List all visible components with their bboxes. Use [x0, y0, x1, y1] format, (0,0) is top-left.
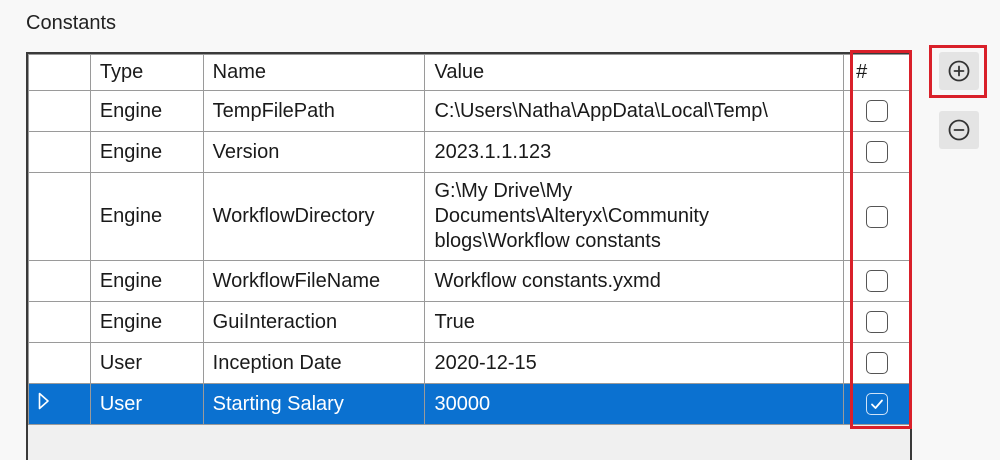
table-row[interactable]: User Inception Date 2020-12-15 [28, 342, 910, 384]
checkmark-icon [870, 399, 883, 410]
flag-checkbox[interactable] [865, 141, 888, 164]
table-row[interactable]: Engine WorkflowDirectory G:\My Drive\My … [28, 172, 910, 261]
add-constant-button[interactable] [939, 52, 979, 90]
cell-value[interactable]: C:\Users\Natha\AppData\Local\Temp\ [424, 90, 845, 132]
row-indicator[interactable] [28, 90, 91, 132]
row-indicator[interactable] [28, 172, 91, 261]
cell-flag [843, 383, 910, 425]
cell-flag [843, 260, 910, 302]
cell-type[interactable]: Engine [89, 260, 204, 302]
cell-name[interactable]: TempFilePath [202, 90, 426, 132]
cell-type[interactable]: User [89, 342, 204, 384]
row-indicator[interactable] [28, 342, 91, 384]
cell-flag [843, 301, 910, 343]
cell-flag [843, 131, 910, 173]
cell-name[interactable]: Inception Date [202, 342, 426, 384]
cell-value[interactable]: 2020-12-15 [424, 342, 845, 384]
flag-checkbox[interactable] [865, 311, 888, 334]
row-indicator[interactable] [28, 383, 91, 425]
table-row[interactable]: Engine GuiInteraction True [28, 301, 910, 343]
cell-name[interactable]: GuiInteraction [202, 301, 426, 343]
header-indicator [28, 54, 91, 91]
cell-value[interactable]: Workflow constants.yxmd [424, 260, 845, 302]
row-indicator[interactable] [28, 260, 91, 302]
row-indicator[interactable] [28, 131, 91, 173]
cell-type[interactable]: Engine [89, 301, 204, 343]
header-type[interactable]: Type [89, 54, 204, 91]
header-name[interactable]: Name [202, 54, 426, 91]
header-flag[interactable]: # [843, 54, 910, 91]
table-row[interactable]: Engine WorkflowFileName Workflow constan… [28, 260, 910, 302]
flag-checkbox[interactable] [865, 270, 888, 293]
cell-flag [843, 172, 910, 261]
header-value[interactable]: Value [424, 54, 845, 91]
cell-value[interactable]: 2023.1.1.123 [424, 131, 845, 173]
cell-name[interactable]: Starting Salary [202, 383, 426, 425]
remove-constant-button[interactable] [939, 111, 979, 149]
cell-type[interactable]: User [89, 383, 204, 425]
cell-value[interactable]: True [424, 301, 845, 343]
cell-flag [843, 342, 910, 384]
minus-circle-icon [948, 119, 970, 141]
flag-checkbox[interactable] [865, 205, 888, 228]
cell-flag [843, 90, 910, 132]
flag-checkbox[interactable] [865, 100, 888, 123]
cell-name[interactable]: WorkflowDirectory [202, 172, 426, 261]
cell-name[interactable]: WorkflowFileName [202, 260, 426, 302]
constants-table: Type Name Value # Engine TempFilePath C:… [28, 54, 910, 425]
table-row[interactable]: Engine TempFilePath C:\Users\Natha\AppDa… [28, 90, 910, 132]
table-row-selected[interactable]: User Starting Salary 30000 [28, 383, 910, 425]
flag-checkbox-checked[interactable] [865, 393, 888, 416]
section-title: Constants [26, 12, 117, 34]
current-row-arrow-icon [38, 392, 50, 416]
plus-circle-icon [948, 60, 970, 82]
table-row[interactable]: Engine Version 2023.1.1.123 [28, 131, 910, 173]
cell-type[interactable]: Engine [89, 90, 204, 132]
constants-grid[interactable]: Type Name Value # Engine TempFilePath C:… [26, 52, 912, 460]
cell-name[interactable]: Version [202, 131, 426, 173]
cell-type[interactable]: Engine [89, 172, 204, 261]
flag-checkbox[interactable] [865, 352, 888, 375]
cell-type[interactable]: Engine [89, 131, 204, 173]
cell-value[interactable]: G:\My Drive\My Documents\Alteryx\Communi… [424, 172, 845, 261]
cell-value[interactable]: 30000 [424, 383, 845, 425]
row-indicator[interactable] [28, 301, 91, 343]
